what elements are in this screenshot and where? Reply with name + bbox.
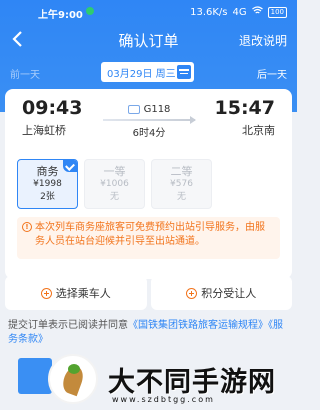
seat-availability: 无 bbox=[109, 192, 119, 202]
arrival-station: 北京南 bbox=[242, 124, 275, 137]
network-speed: 13.6K/s bbox=[190, 6, 228, 18]
seat-name: 一等 bbox=[103, 165, 126, 178]
status-time: 上午9:00 bbox=[38, 10, 83, 21]
submit-button-partial[interactable] bbox=[18, 358, 52, 394]
trip-info: 09:43 上海虹桥 G118 6时4分 15:47 北京南 bbox=[5, 89, 292, 145]
seat-option-business[interactable]: 商务 ¥1998 2张 bbox=[17, 159, 78, 209]
select-passenger-button[interactable]: 选择乘车人 bbox=[5, 276, 147, 310]
watermark: 大不同手游网 www.szdbtgg.com bbox=[48, 350, 297, 408]
previous-day-button[interactable]: 前一天 bbox=[10, 66, 40, 81]
watermark-site: www.szdbtgg.com bbox=[112, 395, 215, 404]
signal-label: 4G bbox=[232, 6, 247, 18]
date-row: 前一天 03月29日 周三 后一天 bbox=[0, 62, 297, 82]
select-passenger-label: 选择乘车人 bbox=[55, 287, 111, 300]
calendar-icon bbox=[177, 65, 191, 79]
seat-option-second-class[interactable]: 二等 ¥576 无 bbox=[151, 159, 212, 209]
notice-text: 本次列车商务座旅客可免费预约出站引导服务，由服务人员在站台迎候并引导至出站通道。 bbox=[35, 222, 265, 247]
status-bar: 上午9:00 13.6K/s 4G 100 bbox=[0, 0, 297, 24]
battery-icon: 100 bbox=[267, 6, 287, 18]
seat-availability: 无 bbox=[176, 192, 186, 202]
seat-price: ¥576 bbox=[170, 179, 193, 189]
train-number: G118 bbox=[143, 104, 171, 115]
app-notification-icon bbox=[86, 7, 94, 15]
next-day-button[interactable]: 后一天 bbox=[257, 66, 287, 81]
seat-name: 二等 bbox=[170, 165, 193, 178]
add-icon bbox=[40, 287, 52, 299]
passenger-actions: 选择乘车人 积分受让人 bbox=[5, 276, 292, 310]
agreement-prefix: 提交订单表示已阅读并同意 bbox=[8, 320, 128, 331]
departure-time: 09:43 bbox=[22, 97, 83, 119]
seat-option-first-class[interactable]: 一等 ¥1006 无 bbox=[84, 159, 145, 209]
selected-date: 03月29日 周三 bbox=[107, 68, 176, 80]
seat-price: ¥1998 bbox=[33, 179, 62, 189]
transport-rules-link[interactable]: 《国铁集团铁路旅客运输规程》 bbox=[128, 320, 268, 331]
seat-availability: 2张 bbox=[40, 192, 55, 202]
travel-duration: 6时4分 bbox=[132, 128, 166, 139]
refund-rules-link[interactable]: 退改说明 bbox=[239, 32, 287, 49]
seat-options: 商务 ¥1998 2张 一等 ¥1006 无 二等 ¥576 无 bbox=[17, 159, 212, 209]
service-notice: ! 本次列车商务座旅客可免费预约出站引导服务，由服务人员在站台迎候并引导至出站通… bbox=[17, 217, 280, 259]
order-card: 09:43 上海虹桥 G118 6时4分 15:47 北京南 商务 ¥1998 … bbox=[5, 89, 292, 279]
arrival-time: 15:47 bbox=[214, 97, 275, 119]
nav-bar: 确认订单 退改说明 bbox=[0, 27, 297, 53]
seat-price: ¥1006 bbox=[100, 179, 129, 189]
train-summary: G118 6时4分 bbox=[99, 104, 199, 139]
watermark-brand: 大不同手游网 bbox=[108, 367, 276, 398]
departure-station: 上海虹桥 bbox=[22, 124, 66, 137]
warning-icon: ! bbox=[22, 222, 32, 232]
add-icon bbox=[186, 287, 198, 299]
route-arrow bbox=[103, 116, 196, 124]
check-icon bbox=[63, 160, 77, 172]
watermark-logo-icon bbox=[48, 354, 98, 404]
train-icon bbox=[127, 105, 140, 114]
date-picker[interactable]: 03月29日 周三 bbox=[101, 62, 194, 82]
points-recipient-button[interactable]: 积分受让人 bbox=[150, 276, 292, 310]
points-recipient-label: 积分受让人 bbox=[201, 287, 257, 300]
agreement-text: 提交订单表示已阅读并同意《国铁集团铁路旅客运输规程》《服务条款》 bbox=[8, 319, 290, 347]
wifi-icon bbox=[251, 6, 263, 18]
